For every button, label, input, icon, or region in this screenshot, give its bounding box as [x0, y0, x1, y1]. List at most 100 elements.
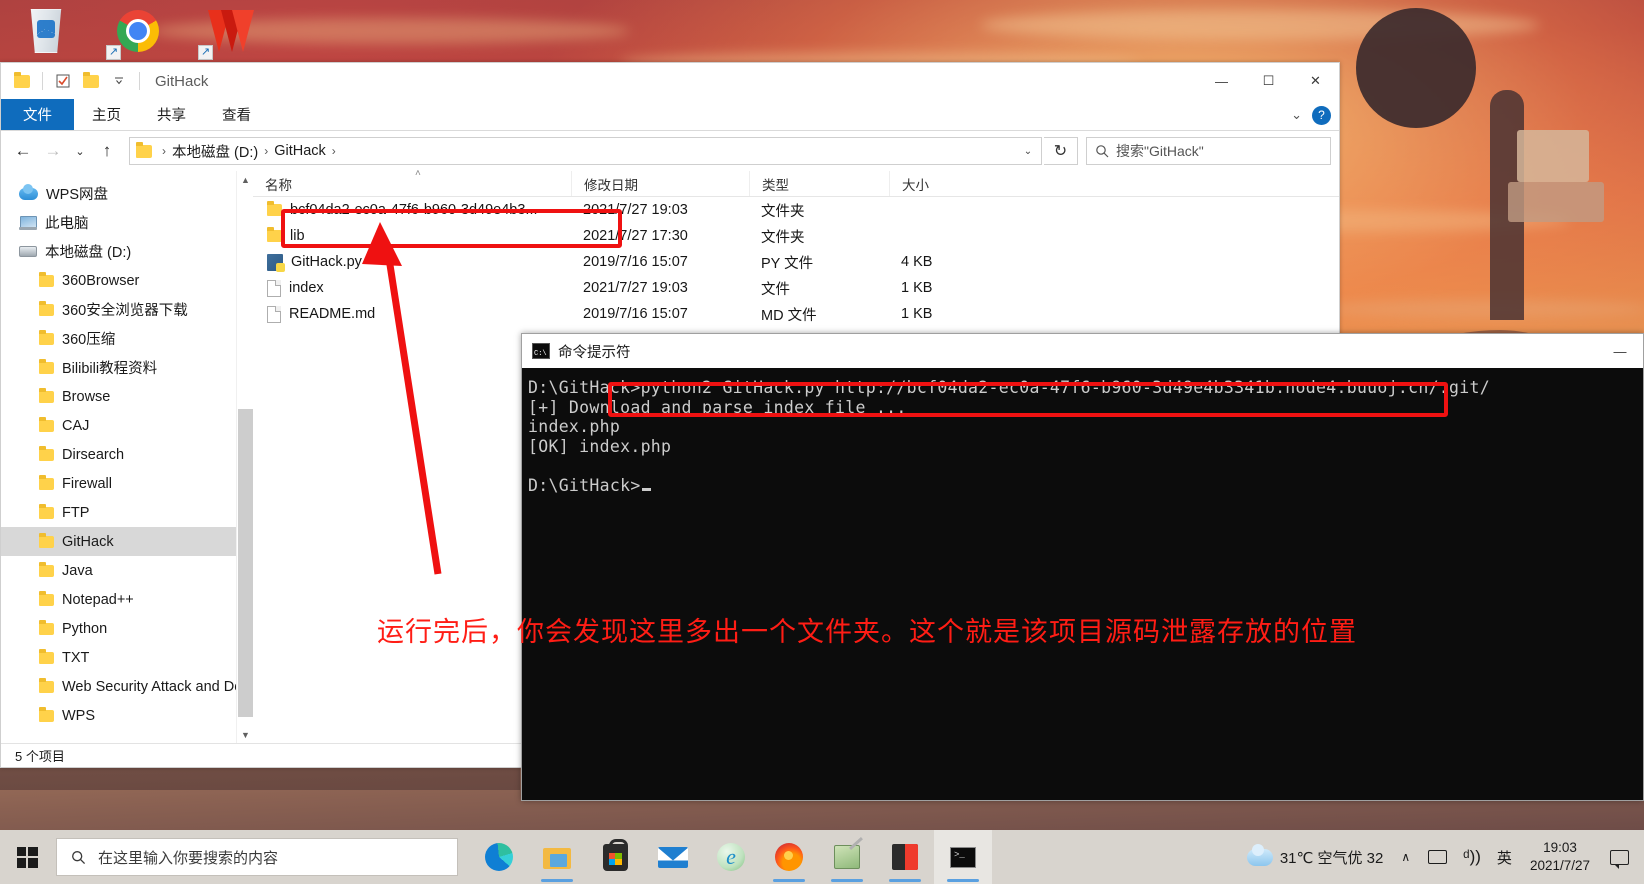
tray-ime[interactable]: 英 [1489, 830, 1520, 884]
nav-tree-item[interactable]: WPS [1, 701, 253, 730]
address-dropdown-chevron-icon[interactable]: ⌄ [1017, 146, 1039, 157]
desktop-icon-google-chrome[interactable]: ↗ [92, 0, 184, 62]
customize-chevron-down-icon[interactable] [106, 68, 132, 94]
cmd-console-output[interactable]: D:\GitHack>python2 GitHack.py http://bcf… [522, 368, 1643, 800]
nav-tree-item[interactable]: 本地磁盘 (D:) [1, 237, 253, 266]
breadcrumb: › 本地磁盘 (D:) › GitHack › [136, 141, 1017, 162]
table-row[interactable]: GitHack.py 2019/7/16 15:07 PY 文件 4 KB [253, 249, 1339, 275]
sort-ascending-icon: ˄ [415, 168, 421, 179]
taskbar-app-file-explorer[interactable] [528, 830, 586, 884]
cmd-icon [950, 846, 976, 868]
address-bar[interactable]: › 本地磁盘 (D:) › GitHack › ⌄ [129, 137, 1042, 165]
column-header-date[interactable]: 修改日期 [571, 171, 749, 196]
back-button[interactable]: ← [9, 137, 37, 165]
taskbar-app-mail[interactable] [644, 830, 702, 884]
tab-view[interactable]: 查看 [204, 99, 269, 130]
clock-time: 19:03 [1543, 840, 1577, 855]
nav-tree-item[interactable]: GitHack [1, 527, 253, 556]
maximize-button[interactable]: ☐ [1245, 63, 1292, 99]
help-icon[interactable]: ? [1312, 105, 1331, 125]
nav-tree-item[interactable]: Python [1, 614, 253, 643]
python-file-icon [267, 253, 285, 272]
nav-tree-item[interactable]: FTP [1, 498, 253, 527]
up-button[interactable]: ↑ [93, 137, 121, 165]
close-button[interactable]: ✕ [1292, 63, 1339, 99]
recent-locations-chevron-icon[interactable]: ⌄ [69, 137, 91, 165]
folder-icon [39, 648, 54, 664]
tray-weather[interactable]: 31℃ 空气优 32 [1239, 830, 1392, 884]
file-name-label: README.md [289, 306, 376, 322]
nav-tree-item[interactable]: CAJ [1, 411, 253, 440]
running-indicator [889, 879, 921, 882]
cmd-titlebar[interactable]: C:\ 命令提示符 — [522, 334, 1643, 368]
scroll-down-arrow-icon[interactable]: ▼ [237, 726, 253, 743]
cloud-icon [19, 183, 38, 200]
folder-icon [39, 416, 54, 432]
table-row[interactable]: bcf04da2-ec0a-47f6-b960-3d49e4b3... 2021/… [253, 197, 1339, 223]
action-center-button[interactable] [1600, 830, 1638, 884]
column-header-type[interactable]: 类型 [749, 171, 889, 196]
taskbar-app-firefox[interactable] [760, 830, 818, 884]
folder-icon [39, 358, 54, 374]
taskbar-app-microsoft-store[interactable] [586, 830, 644, 884]
taskbar-app-microsoft-edge[interactable] [470, 830, 528, 884]
tab-home[interactable]: 主页 [74, 99, 139, 130]
table-row[interactable]: index 2021/7/27 19:03 文件 1 KB [253, 275, 1339, 301]
collapse-ribbon-chevron-icon[interactable]: ⌄ [1291, 107, 1302, 123]
explorer-titlebar[interactable]: GitHack — ☐ ✕ [1, 63, 1339, 99]
desktop-icon-recycle-bin[interactable] [0, 0, 92, 62]
nav-tree-item[interactable]: 360安全浏览器下载 [1, 295, 253, 324]
table-row[interactable]: README.md 2019/7/16 15:07 MD 文件 1 KB [253, 301, 1339, 327]
breadcrumb-item-githack[interactable]: GitHack [274, 143, 326, 159]
scroll-up-arrow-icon[interactable]: ▲ [237, 171, 253, 188]
desktop-icon-wps-office[interactable]: ↗ [184, 0, 276, 62]
tab-share[interactable]: 共享 [139, 99, 204, 130]
properties-icon[interactable] [50, 68, 76, 94]
nav-tree-item-label: Bilibili教程资料 [62, 361, 158, 377]
nav-tree-item[interactable]: Java [1, 556, 253, 585]
minimize-button[interactable]: — [1198, 63, 1245, 99]
scrollbar-thumb[interactable] [238, 409, 253, 717]
file-name-label: GitHack.py [291, 254, 362, 270]
breadcrumb-separator: › [162, 144, 166, 158]
taskbar-app-reading-app[interactable] [876, 830, 934, 884]
firefox-icon [775, 843, 803, 871]
tray-volume[interactable]: ᵈ)) [1455, 830, 1489, 884]
tray-clock[interactable]: 19:03 2021/7/27 [1520, 830, 1600, 884]
forward-button[interactable]: → [39, 137, 67, 165]
folder-icon[interactable] [9, 68, 35, 94]
taskbar-app-internet-explorer[interactable]: e [702, 830, 760, 884]
nav-tree-item[interactable]: 360Browser [1, 266, 253, 295]
taskbar-app-command-prompt[interactable] [934, 830, 992, 884]
nav-tree-item[interactable]: Web Security Attack and De [1, 672, 253, 701]
nav-tree-item-label: Dirsearch [62, 446, 125, 463]
tab-file[interactable]: 文件 [1, 99, 74, 130]
nav-tree-item[interactable]: 此电脑 [1, 208, 253, 237]
speaker-icon: ᵈ)) [1463, 847, 1481, 866]
column-header-name[interactable]: 名称 [253, 171, 571, 196]
start-button[interactable] [0, 830, 54, 884]
taskbar-app-notepad-plus-plus[interactable] [818, 830, 876, 884]
column-headers: 名称 修改日期 类型 大小 ˄ [253, 168, 1339, 197]
column-header-size[interactable]: 大小 [889, 171, 987, 196]
nav-tree-item[interactable]: Dirsearch [1, 440, 253, 469]
nav-tree-item[interactable]: Browse [1, 382, 253, 411]
taskbar-search-input[interactable]: 在这里输入你要搜索的内容 [56, 838, 458, 876]
nav-tree-item[interactable]: Bilibili教程资料 [1, 353, 253, 382]
tray-expand-chevron-icon[interactable]: ∧ [1391, 850, 1420, 864]
nav-tree-item[interactable]: Notepad++ [1, 585, 253, 614]
navigation-scrollbar[interactable]: ▲ ▼ [236, 171, 253, 743]
nav-tree-item[interactable]: Firewall [1, 469, 253, 498]
breadcrumb-item-drive[interactable]: 本地磁盘 (D:) [172, 141, 258, 162]
wps-icon [208, 10, 254, 52]
nav-tree-item[interactable]: WPS网盘 [1, 179, 253, 208]
cmd-minimize-button[interactable]: — [1597, 334, 1643, 368]
nav-tree-item[interactable]: 360压缩 [1, 324, 253, 353]
tray-network[interactable] [1420, 830, 1455, 884]
table-row[interactable]: lib 2021/7/27 17:30 文件夹 [253, 223, 1339, 249]
refresh-button[interactable]: ↻ [1044, 137, 1078, 165]
new-folder-icon[interactable] [78, 68, 104, 94]
folder-icon [39, 590, 54, 606]
nav-tree-item[interactable]: TXT [1, 643, 253, 672]
search-box[interactable]: 搜索"GitHack" [1086, 137, 1331, 165]
